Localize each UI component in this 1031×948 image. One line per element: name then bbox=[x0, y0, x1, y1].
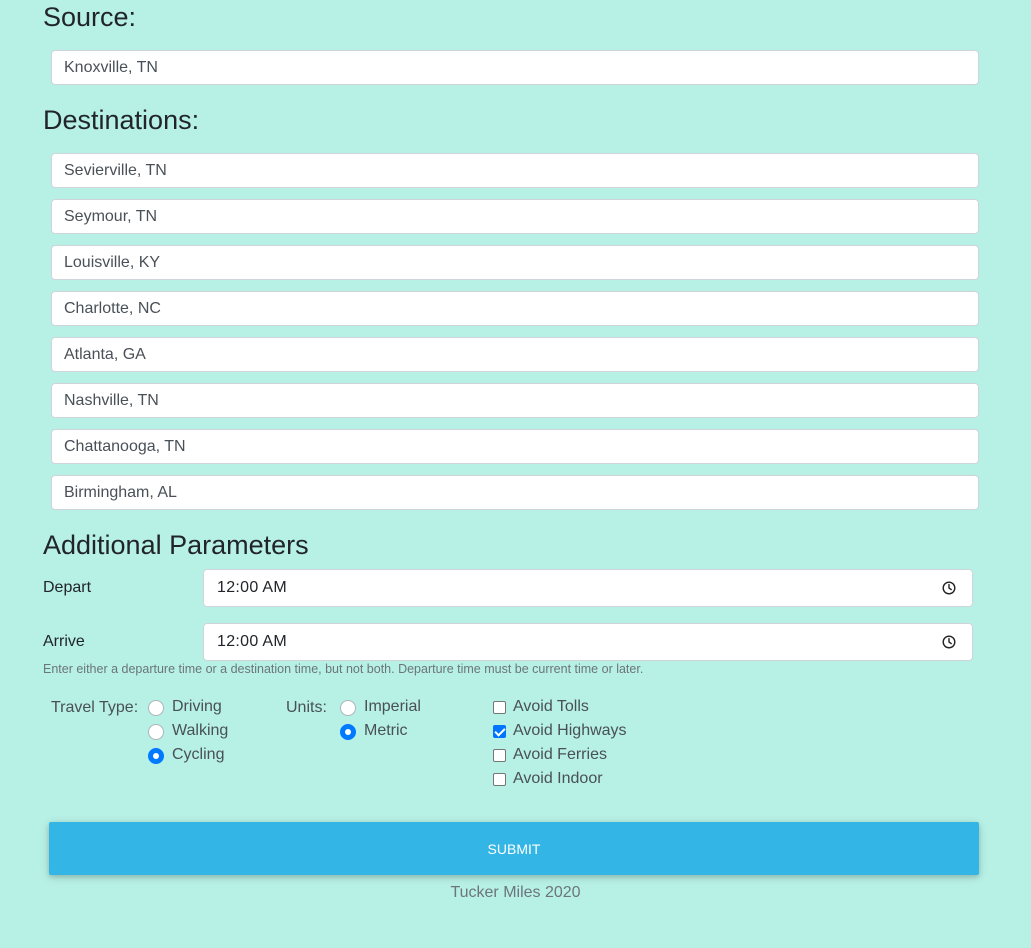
radio-button-selected[interactable] bbox=[340, 724, 356, 740]
time-help-text: Enter either a departure time or a desti… bbox=[43, 662, 644, 676]
arrive-time-value: 12:00 AM bbox=[217, 633, 288, 650]
option-label: Avoid Highways bbox=[513, 722, 627, 739]
option-label: Imperial bbox=[364, 698, 421, 715]
destination-input-4[interactable] bbox=[51, 291, 979, 326]
checkbox[interactable] bbox=[493, 773, 506, 786]
additional-parameters-heading: Additional Parameters bbox=[43, 530, 309, 560]
travel-type-label: Travel Type: bbox=[51, 699, 139, 716]
units-label: Units: bbox=[286, 699, 327, 716]
submit-button[interactable]: Submit bbox=[49, 822, 979, 875]
source-input[interactable] bbox=[51, 50, 979, 85]
radio-button[interactable] bbox=[148, 700, 164, 716]
destination-input-6[interactable] bbox=[51, 383, 979, 418]
option-label: Avoid Indoor bbox=[513, 770, 603, 787]
radio-button[interactable] bbox=[340, 700, 356, 716]
radio-button-selected[interactable] bbox=[148, 748, 164, 764]
arrive-label: Arrive bbox=[43, 633, 85, 650]
option-label: Metric bbox=[364, 722, 408, 739]
option-label: Avoid Tolls bbox=[513, 698, 589, 715]
clock-icon[interactable] bbox=[942, 635, 956, 649]
destination-input-2[interactable] bbox=[51, 199, 979, 234]
depart-label: Depart bbox=[43, 579, 92, 596]
arrive-time-input[interactable]: 12:00 AM bbox=[203, 623, 973, 661]
checkbox[interactable] bbox=[493, 749, 506, 762]
destinations-heading: Destinations: bbox=[43, 105, 200, 135]
radio-button[interactable] bbox=[148, 724, 164, 740]
destination-input-5[interactable] bbox=[51, 337, 979, 372]
destination-input-1[interactable] bbox=[51, 153, 979, 188]
option-label: Cycling bbox=[172, 746, 225, 763]
depart-time-value: 12:00 AM bbox=[217, 579, 288, 596]
checkbox-checked[interactable] bbox=[493, 725, 506, 738]
depart-time-input[interactable]: 12:00 AM bbox=[203, 569, 973, 607]
footer-credit: Tucker Miles 2020 bbox=[450, 884, 581, 901]
destination-input-3[interactable] bbox=[51, 245, 979, 280]
clock-icon[interactable] bbox=[942, 581, 956, 595]
source-heading: Source: bbox=[43, 2, 137, 32]
destination-input-8[interactable] bbox=[51, 475, 979, 510]
checkbox[interactable] bbox=[493, 701, 506, 714]
option-label: Driving bbox=[172, 698, 222, 715]
destination-input-7[interactable] bbox=[51, 429, 979, 464]
option-label: Walking bbox=[172, 722, 229, 739]
option-label: Avoid Ferries bbox=[513, 746, 607, 763]
